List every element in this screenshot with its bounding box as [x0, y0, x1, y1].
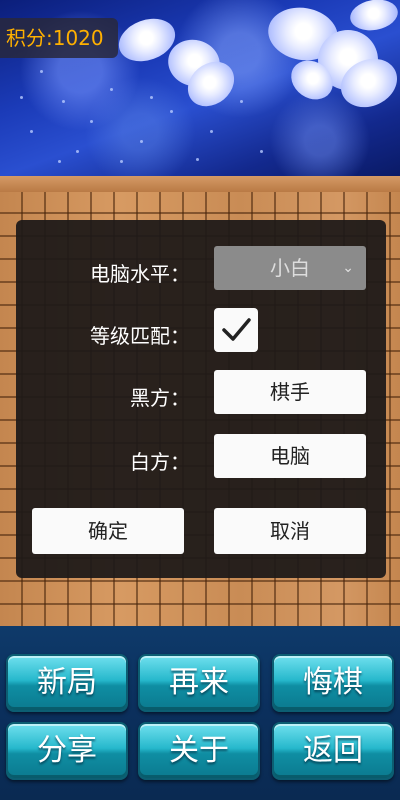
new-game-button[interactable]: 新局	[6, 654, 128, 712]
replay-button[interactable]: 再来	[138, 654, 260, 712]
white-side-label: 白方：	[130, 450, 190, 474]
level-label: 电脑水平：	[90, 262, 190, 286]
bottom-menu: 新局 再来 悔棋 分享 关于 返回	[0, 626, 400, 800]
confirm-button[interactable]: 确定	[32, 508, 184, 554]
flower-petal	[347, 0, 400, 34]
checkmark-icon	[222, 318, 251, 341]
match-label: 等级匹配：	[90, 324, 190, 348]
board-frame	[0, 176, 400, 192]
black-side-button[interactable]: 棋手	[214, 370, 366, 414]
level-select[interactable]: 小白 ⌄	[214, 246, 366, 290]
level-match-checkbox[interactable]	[214, 308, 258, 352]
score-display: 积分:1020	[0, 18, 118, 58]
level-select-value: 小白	[270, 256, 310, 280]
cancel-button[interactable]: 取消	[214, 508, 366, 554]
black-side-label: 黑方：	[130, 386, 190, 410]
chevron-down-icon: ⌄	[342, 260, 354, 276]
white-side-button[interactable]: 电脑	[214, 434, 366, 478]
about-button[interactable]: 关于	[138, 722, 260, 780]
game-settings-dialog: 电脑水平： 小白 ⌄ 等级匹配： 黑方： 棋手 白方： 电脑 确定 取消	[16, 220, 386, 578]
back-button[interactable]: 返回	[272, 722, 394, 780]
undo-button[interactable]: 悔棋	[272, 654, 394, 712]
share-button[interactable]: 分享	[6, 722, 128, 780]
